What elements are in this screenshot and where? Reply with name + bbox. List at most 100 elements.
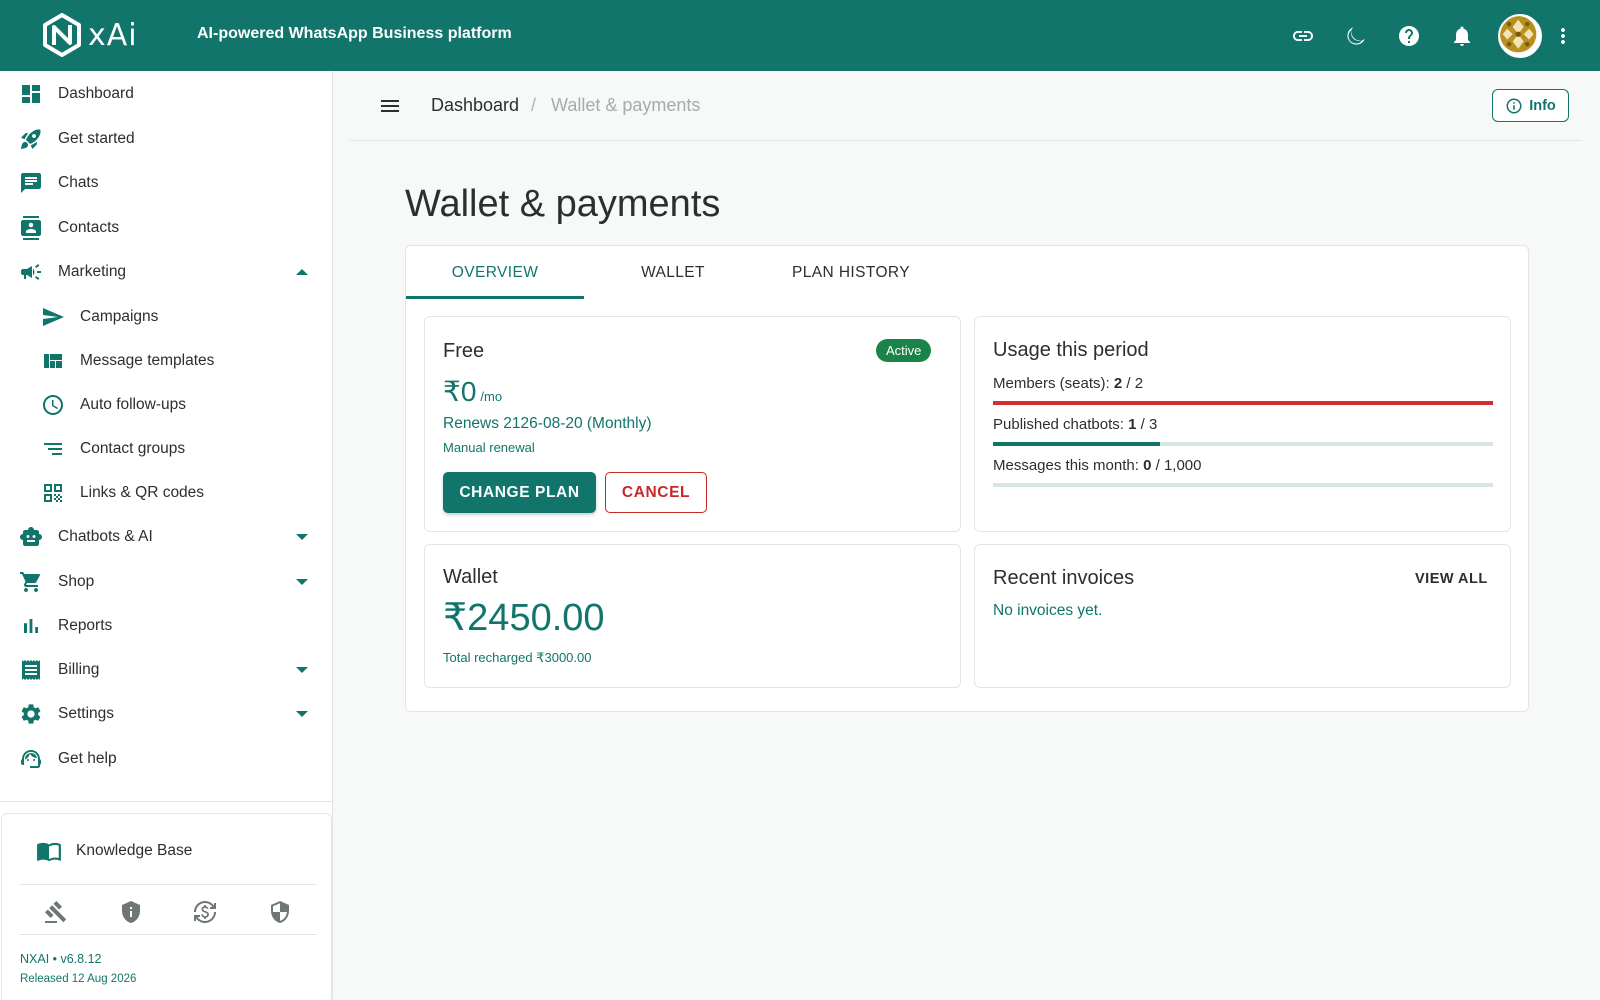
usage-title: Usage this period <box>993 339 1149 361</box>
invoices-card: Recent invoices VIEW ALL No invoices yet… <box>974 544 1511 688</box>
usage-row-members: Members (seats): 2 / 2 <box>993 375 1493 405</box>
sidebar-item-label: Marketing <box>58 263 127 280</box>
rocket-icon <box>19 127 43 151</box>
change-plan-button[interactable]: CHANGE PLAN <box>443 472 596 513</box>
tab-plan-history[interactable]: PLAN HISTORY <box>762 246 940 299</box>
help-icon[interactable] <box>1382 11 1435 61</box>
page-title: Wallet & payments <box>405 183 721 225</box>
sidebar-item-campaigns[interactable]: Campaigns <box>0 297 333 337</box>
sidebar-item-label: Dashboard <box>58 85 134 102</box>
menu-icon[interactable] <box>378 94 402 118</box>
chevron-down-icon <box>295 663 309 677</box>
template-icon <box>41 349 65 373</box>
logo-text: xAi <box>88 17 138 53</box>
top-actions <box>1276 0 1578 71</box>
breadcrumb-bar: Dashboard / Wallet & payments Info <box>350 71 1582 141</box>
clock-icon <box>41 393 65 417</box>
sidebar-item-label: Chatbots & AI <box>58 528 153 545</box>
tab-wallet[interactable]: WALLET <box>584 246 762 299</box>
main-content: Dashboard / Wallet & payments Info Walle… <box>334 71 1600 1000</box>
sidebar-item-billing[interactable]: Billing <box>0 650 333 690</box>
sidebar-item-links-qr[interactable]: Links & QR codes <box>0 473 333 513</box>
cancel-button[interactable]: CANCEL <box>605 472 707 513</box>
more-vert-icon[interactable] <box>1548 11 1578 61</box>
invoices-empty-state: No invoices yet. <box>993 602 1103 619</box>
usage-progress-bar <box>993 483 1493 487</box>
sidebar-item-chats[interactable]: Chats <box>0 163 333 203</box>
sidebar-item-label: Chats <box>58 174 99 191</box>
status-badge: Active <box>876 339 932 362</box>
sidebar-item-settings[interactable]: Settings <box>0 694 333 734</box>
sidebar-item-reports[interactable]: Reports <box>0 606 333 646</box>
knowledge-base-link[interactable]: Knowledge Base <box>36 838 192 864</box>
info-icon <box>1506 98 1522 113</box>
sidebar-item-label: Contacts <box>58 219 120 236</box>
bar-chart-icon <box>19 614 43 638</box>
sidebar-item-dashboard[interactable]: Dashboard <box>0 74 333 114</box>
wallet-balance: ₹2450.00 <box>443 597 605 639</box>
breadcrumb-dashboard[interactable]: Dashboard <box>431 95 519 116</box>
payments-panel: OVERVIEW WALLET PLAN HISTORY Free Active… <box>405 245 1529 712</box>
sidebar-item-label: Links & QR codes <box>80 484 205 501</box>
top-app-bar: xAi AI-powered WhatsApp Business platfor… <box>0 0 1600 71</box>
bell-icon[interactable] <box>1435 11 1488 61</box>
sidebar-item-message-templates[interactable]: Message templates <box>0 341 333 381</box>
release-date: Released 12 Aug 2026 <box>20 973 137 985</box>
usage-progress-fill <box>993 401 1493 405</box>
usage-progress-fill <box>993 442 1160 446</box>
sidebar-footer: Knowledge Base NXAI • v6.8.12 Released 1… <box>1 813 332 1000</box>
support-agent-icon <box>19 747 43 771</box>
info-button-label: Info <box>1529 97 1556 114</box>
sidebar-item-contact-groups[interactable]: Contact groups <box>0 429 333 469</box>
cart-icon <box>19 570 43 594</box>
sidebar-item-label: Settings <box>58 705 115 722</box>
sidebar-item-auto-follow-ups[interactable]: Auto follow-ups <box>0 385 333 425</box>
total-recharged: Total recharged ₹3000.00 <box>443 650 592 665</box>
avatar[interactable] <box>1498 13 1542 58</box>
shield-info-icon[interactable] <box>119 900 143 924</box>
sidebar-item-label: Auto follow-ups <box>80 396 186 413</box>
sidebar-item-get-help[interactable]: Get help <box>0 739 333 779</box>
chevron-down-icon <box>295 575 309 589</box>
shield-icon[interactable] <box>268 900 292 924</box>
usage-card: Usage this period Members (seats): 2 / 2… <box>974 316 1511 532</box>
view-all-button[interactable]: VIEW ALL <box>1415 571 1488 587</box>
qr-icon <box>41 481 65 505</box>
app-tagline: AI-powered WhatsApp Business platform <box>197 25 512 42</box>
link-icon[interactable] <box>1276 11 1329 61</box>
sidebar-item-marketing[interactable]: Marketing <box>0 252 333 292</box>
sidebar-item-get-started[interactable]: Get started <box>0 119 333 159</box>
sidebar-item-label: Campaigns <box>80 308 159 325</box>
sidebar-item-contacts[interactable]: Contacts <box>0 208 333 248</box>
chevron-down-icon <box>295 707 309 721</box>
sidebar-item-shop[interactable]: Shop <box>0 562 333 602</box>
divider <box>19 934 317 935</box>
sidebar-divider <box>0 801 333 802</box>
invoices-title: Recent invoices <box>993 567 1135 589</box>
currency-exchange-icon[interactable] <box>193 900 217 924</box>
breadcrumb-separator: / <box>531 95 537 115</box>
chevron-down-icon <box>295 530 309 544</box>
tab-bar: OVERVIEW WALLET PLAN HISTORY <box>406 246 940 299</box>
sidebar: Dashboard Get started Chats Contacts Mar… <box>0 71 333 1000</box>
sidebar-item-chatbots-ai[interactable]: Chatbots & AI <box>0 517 333 557</box>
tab-overview[interactable]: OVERVIEW <box>406 246 584 299</box>
sidebar-item-label: Shop <box>58 573 95 590</box>
knowledge-base-label: Knowledge Base <box>76 842 193 859</box>
moon-icon[interactable] <box>1329 11 1382 61</box>
sidebar-item-label: Contact groups <box>80 440 186 457</box>
usage-progress-bar <box>993 442 1493 446</box>
gavel-icon[interactable] <box>44 900 68 924</box>
info-button[interactable]: Info <box>1492 89 1569 122</box>
divider <box>19 884 317 885</box>
plan-name: Free <box>443 340 485 362</box>
usage-row-messages: Messages this month: 0 / 1,000 <box>993 457 1493 487</box>
usage-row-chatbots: Published chatbots: 1 / 3 <box>993 416 1493 446</box>
sidebar-item-label: Reports <box>58 617 113 634</box>
logo[interactable]: xAi <box>42 13 138 57</box>
price-unit: /mo <box>480 389 503 404</box>
receipt-icon <box>19 658 43 682</box>
sidebar-item-label: Get started <box>58 130 135 147</box>
plan-price: ₹0 /mo <box>443 375 502 408</box>
sidebar-item-label: Billing <box>58 661 100 678</box>
